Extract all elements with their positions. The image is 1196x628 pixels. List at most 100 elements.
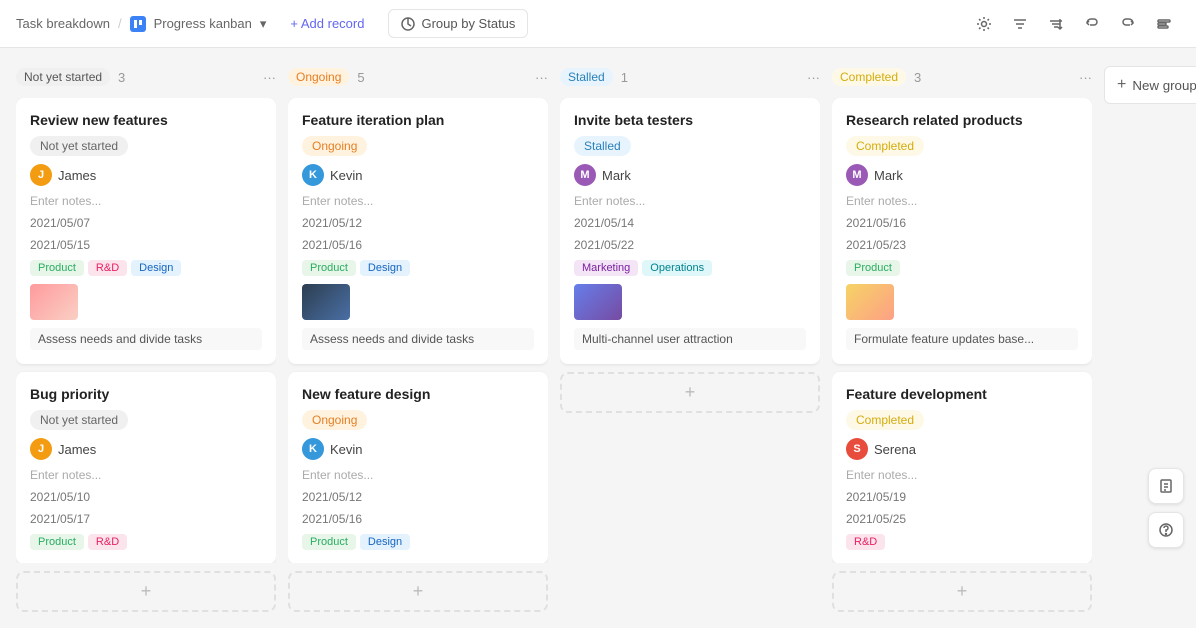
settings-button[interactable] — [968, 8, 1000, 40]
column-header-ongoing: Ongoing 5 ··· — [288, 64, 548, 90]
assignee-invite-beta-testers: M Mark — [574, 164, 806, 186]
card-title-feature-development: Feature development — [846, 386, 1078, 402]
card-image-research-related-products — [846, 284, 894, 320]
undo-button[interactable] — [1076, 8, 1108, 40]
card-invite-beta-testers[interactable]: Invite beta testers Stalled M Mark Enter… — [560, 98, 820, 364]
tag-product: Product — [302, 534, 356, 550]
card-review-new-features[interactable]: Review new features Not yet started J Ja… — [16, 98, 276, 364]
tag-product: Product — [30, 260, 84, 276]
date1-bug-priority: 2021/05/10 — [30, 490, 262, 504]
notes-feature-development[interactable]: Enter notes... — [846, 468, 1078, 482]
assignee-name-research-related-products: Mark — [874, 168, 903, 183]
avatar-bug-priority: J — [30, 438, 52, 460]
add-card-ongoing[interactable]: + — [288, 571, 548, 612]
redo-button[interactable] — [1112, 8, 1144, 40]
cards-stalled: Invite beta testers Stalled M Mark Enter… — [560, 98, 820, 612]
gear-icon — [976, 16, 992, 32]
date1-feature-development: 2021/05/19 — [846, 490, 1078, 504]
column-completed: Completed 3 ··· Research related product… — [832, 64, 1092, 612]
avatar-feature-development: S — [846, 438, 868, 460]
tags-feature-iteration-plan: ProductDesign — [302, 260, 534, 276]
column-more-stalled[interactable]: ··· — [807, 70, 820, 85]
column-not-yet-started: Not yet started 3 ··· Review new feature… — [16, 64, 276, 612]
view-icon — [130, 16, 146, 32]
filter-button[interactable] — [1004, 8, 1036, 40]
filter-icon — [1012, 16, 1028, 32]
tag-design: Design — [360, 534, 410, 550]
new-group-button[interactable]: + New group — [1104, 66, 1196, 104]
column-count-stalled: 1 — [621, 70, 628, 85]
column-title-completed: Completed — [832, 68, 906, 86]
card-bug-priority[interactable]: Bug priority Not yet started J James Ent… — [16, 372, 276, 563]
status-badge-invite-beta-testers: Stalled — [574, 136, 631, 156]
breadcrumb-task[interactable]: Task breakdown — [16, 16, 110, 31]
add-card-not-yet-started[interactable]: + — [16, 571, 276, 612]
card-title-bug-priority: Bug priority — [30, 386, 262, 402]
assignee-name-bug-priority: James — [58, 442, 96, 457]
add-card-stalled[interactable]: + — [560, 372, 820, 413]
tags-bug-priority: ProductR&D — [30, 534, 262, 550]
column-count-not-yet-started: 3 — [118, 70, 125, 85]
tag-marketing: Marketing — [574, 260, 638, 276]
tags-research-related-products: Product — [846, 260, 1078, 276]
notes-icon-button[interactable] — [1148, 468, 1184, 504]
notes-review-new-features[interactable]: Enter notes... — [30, 194, 262, 208]
status-badge-research-related-products: Completed — [846, 136, 924, 156]
assignee-name-review-new-features: James — [58, 168, 96, 183]
cards-not-yet-started: Review new features Not yet started J Ja… — [16, 98, 276, 563]
tag-operations: Operations — [642, 260, 712, 276]
card-feature-iteration-plan[interactable]: Feature iteration plan Ongoing K Kevin E… — [288, 98, 548, 364]
notes-bug-priority[interactable]: Enter notes... — [30, 468, 262, 482]
group-by-icon — [401, 17, 415, 31]
column-more-ongoing[interactable]: ··· — [535, 70, 548, 85]
column-more-not-yet-started[interactable]: ··· — [263, 70, 276, 85]
help-icon-button[interactable] — [1148, 512, 1184, 548]
view-dropdown-icon[interactable]: ▾ — [260, 16, 267, 32]
search-records-button[interactable] — [1148, 8, 1180, 40]
notes-research-related-products[interactable]: Enter notes... — [846, 194, 1078, 208]
breadcrumb: Task breakdown / Progress kanban ▾ — [16, 16, 266, 32]
tag-product: Product — [302, 260, 356, 276]
group-by-button[interactable]: Group by Status — [388, 9, 528, 38]
assignee-name-invite-beta-testers: Mark — [602, 168, 631, 183]
view-label[interactable]: Progress kanban — [154, 16, 252, 31]
breadcrumb-separator: / — [118, 16, 122, 31]
date1-new-feature-design: 2021/05/12 — [302, 490, 534, 504]
date2-review-new-features: 2021/05/15 — [30, 238, 262, 252]
assignee-review-new-features: J James — [30, 164, 262, 186]
card-new-feature-design[interactable]: New feature design Ongoing K Kevin Enter… — [288, 372, 548, 563]
column-title-ongoing: Ongoing — [288, 68, 349, 86]
right-sidebar-icons — [1148, 468, 1184, 548]
add-card-completed[interactable]: + — [832, 571, 1092, 612]
column-title-not-yet-started: Not yet started — [16, 68, 110, 86]
notes-new-feature-design[interactable]: Enter notes... — [302, 468, 534, 482]
status-badge-feature-iteration-plan: Ongoing — [302, 136, 367, 156]
undo-icon — [1084, 16, 1100, 32]
task-label-feature-iteration-plan: Assess needs and divide tasks — [302, 328, 534, 350]
card-feature-development[interactable]: Feature development Completed S Serena E… — [832, 372, 1092, 563]
notes-feature-iteration-plan[interactable]: Enter notes... — [302, 194, 534, 208]
date1-review-new-features: 2021/05/07 — [30, 216, 262, 230]
add-record-button[interactable]: + Add record — [278, 10, 376, 37]
column-count-completed: 3 — [914, 70, 921, 85]
date2-new-feature-design: 2021/05/16 — [302, 512, 534, 526]
column-header-not-yet-started: Not yet started 3 ··· — [16, 64, 276, 90]
notes-invite-beta-testers[interactable]: Enter notes... — [574, 194, 806, 208]
sort-button[interactable] — [1040, 8, 1072, 40]
card-research-related-products[interactable]: Research related products Completed M Ma… — [832, 98, 1092, 364]
date2-feature-iteration-plan: 2021/05/16 — [302, 238, 534, 252]
column-header-completed: Completed 3 ··· — [832, 64, 1092, 90]
card-title-review-new-features: Review new features — [30, 112, 262, 128]
tags-feature-development: R&D — [846, 534, 1078, 550]
task-label-invite-beta-testers: Multi-channel user attraction — [574, 328, 806, 350]
avatar-invite-beta-testers: M — [574, 164, 596, 186]
column-more-completed[interactable]: ··· — [1079, 70, 1092, 85]
sort-icon — [1048, 16, 1064, 32]
date2-bug-priority: 2021/05/17 — [30, 512, 262, 526]
header: Task breakdown / Progress kanban ▾ + Add… — [0, 0, 1196, 48]
assignee-bug-priority: J James — [30, 438, 262, 460]
date1-feature-iteration-plan: 2021/05/12 — [302, 216, 534, 230]
tag-product: Product — [846, 260, 900, 276]
assignee-feature-iteration-plan: K Kevin — [302, 164, 534, 186]
avatar-research-related-products: M — [846, 164, 868, 186]
